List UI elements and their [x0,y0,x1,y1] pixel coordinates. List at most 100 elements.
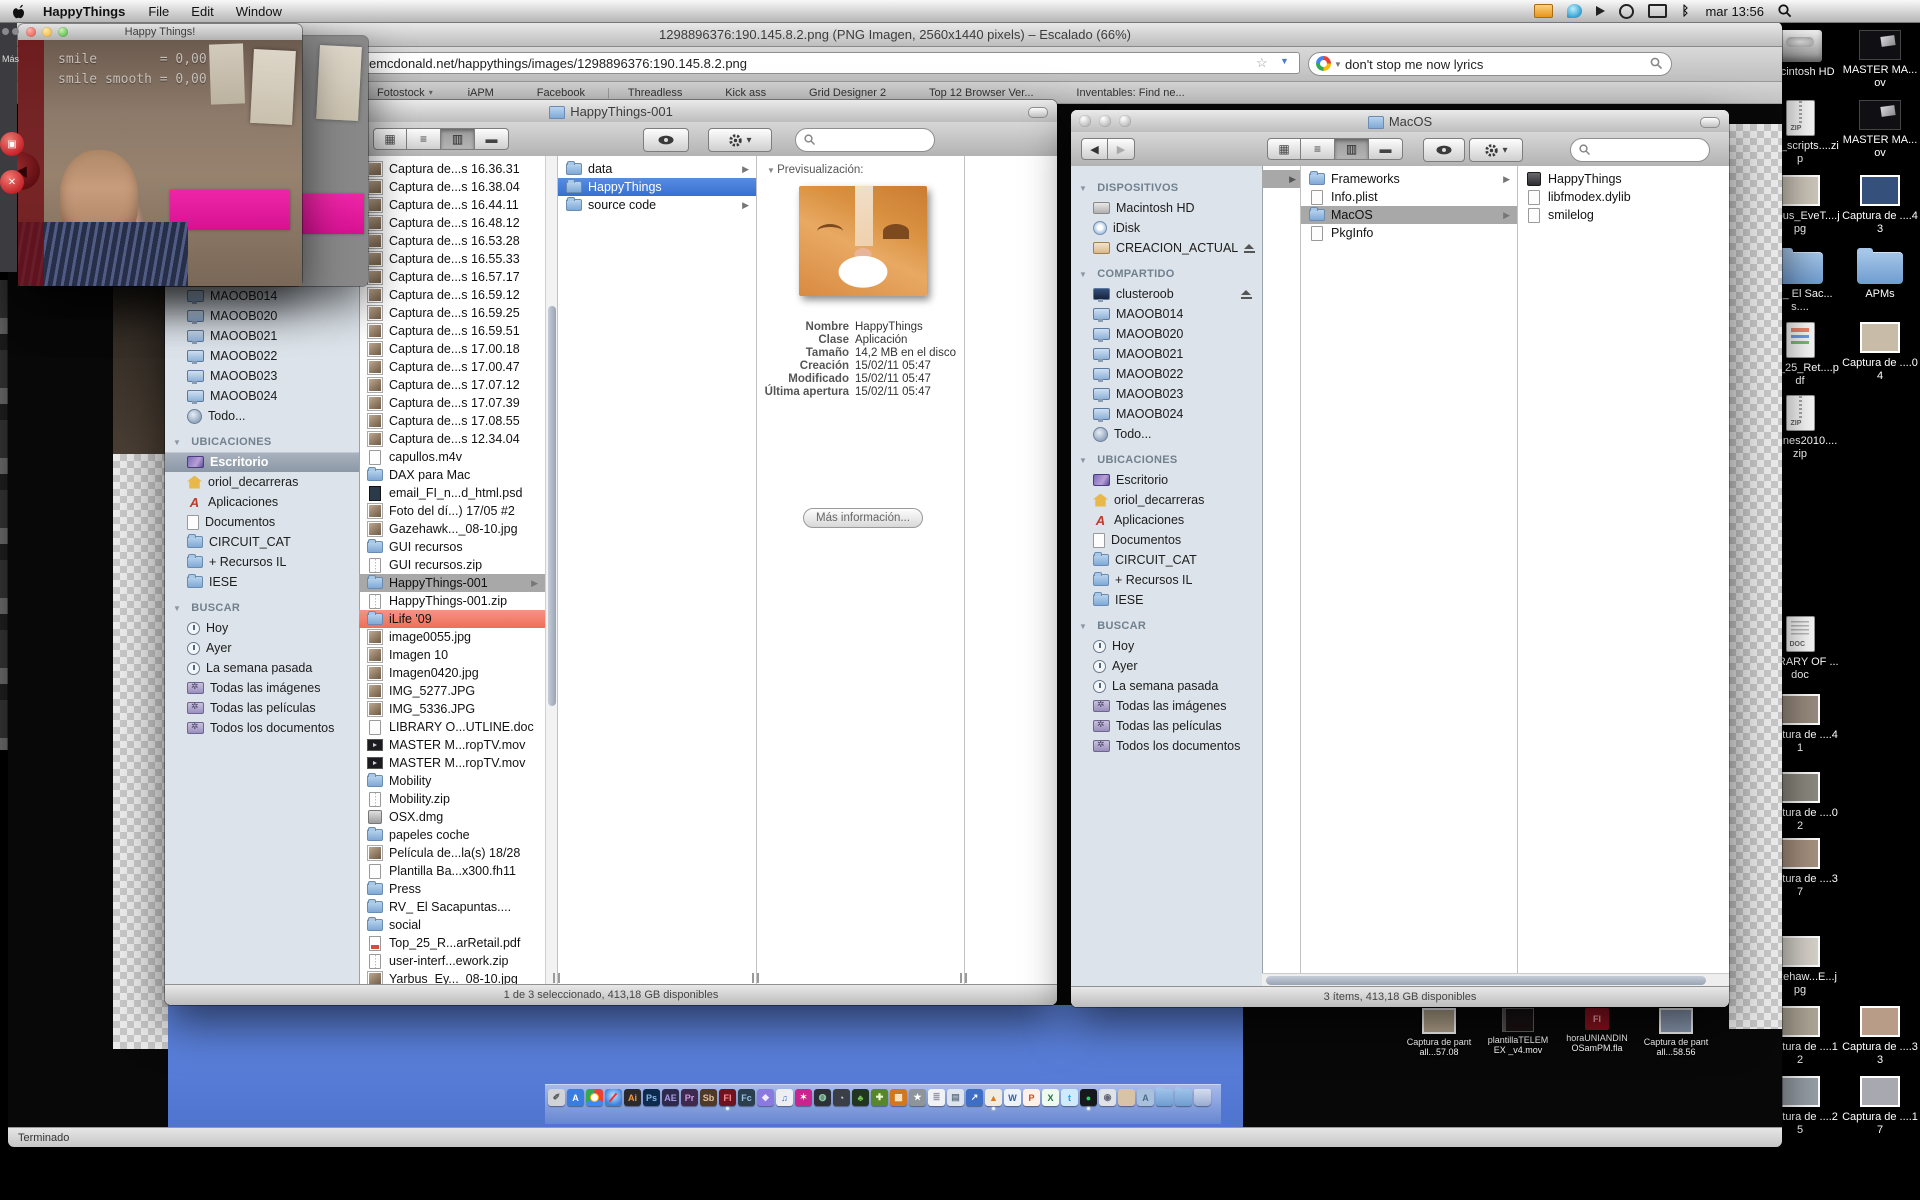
dock-icon[interactable]: t [1061,1089,1078,1106]
sidebar-item[interactable]: MAOOB021 [165,326,359,346]
file-row[interactable]: HappyThings-001.zip ▶ [359,592,545,610]
sidebar-item[interactable]: Todas las películas [1071,716,1262,736]
sidebar-item[interactable]: iDisk [1071,218,1262,238]
file-row[interactable]: Press ▶ [359,880,545,898]
apple-menu-icon[interactable] [12,4,25,19]
sidebar-item[interactable]: COMPARTIDO [1071,264,1262,284]
sidebar-item[interactable]: oriol_decarreras [165,472,359,492]
sidebar-item[interactable]: MAOOB021 [1071,344,1262,364]
column-view-button[interactable]: ▥ [1335,138,1369,160]
file-row[interactable]: Mobility.zip ▶ [359,790,545,808]
zoom-button[interactable] [1119,115,1131,127]
sidebar-item[interactable]: Escritorio [165,452,359,472]
finder-search-field[interactable] [795,128,935,152]
file-row[interactable]: Captura de...s 16.55.33 ▶ [359,250,545,268]
sidebar-item[interactable]: MAOOB020 [165,306,359,326]
sidebar-item[interactable]: UBICACIONES [1071,450,1262,470]
finder-right-titlebar[interactable]: MacOS [1071,110,1729,133]
dock-icon[interactable]: X [1042,1089,1059,1106]
action-menu-button[interactable]: ▾ [1469,138,1523,162]
sidebar-item[interactable]: CIRCUIT_CAT [165,532,359,552]
eject-icon[interactable] [1241,289,1252,299]
file-row[interactable]: social ▶ [359,916,545,934]
dock-icon[interactable]: A [1137,1089,1154,1106]
sidebar-item[interactable]: BUSCAR [165,598,359,618]
file-row[interactable]: Imagen0420.jpg ▶ [359,664,545,682]
palette-record-button[interactable]: ▣ [0,132,24,156]
sidebar-item[interactable]: Hoy [1071,636,1262,656]
quicklook-button[interactable] [1423,138,1465,162]
spotlight-icon[interactable] [1778,4,1792,18]
dock-icon[interactable]: ≣ [928,1089,945,1106]
dock-icon[interactable]: Fc [738,1089,755,1106]
list-view-button[interactable]: ≡ [407,128,441,150]
finder-search-field[interactable] [1570,138,1710,162]
dock-icon[interactable]: A [567,1089,584,1106]
sidebar-item[interactable]: Todas las películas [165,698,359,718]
file-row[interactable]: Captura de...s 17.00.18 ▶ [359,340,545,358]
sidebar-item[interactable]: MAOOB020 [1071,324,1262,344]
dock-icon[interactable]: ♫ [776,1089,793,1106]
bookmark-item[interactable]: Threadless ▾ | [619,87,716,99]
sidebar-item[interactable]: Todos los documentos [1071,736,1262,756]
bookmark-item[interactable]: Top 12 Browser Ver... ▾ | [920,87,1067,99]
sidebar-item[interactable]: Escritorio [1071,470,1262,490]
file-row[interactable]: GUI recursos.zip ▶ [359,556,545,574]
column-divider[interactable] [960,156,967,985]
coverflow-view-button[interactable]: ▬ [475,128,509,150]
file-row[interactable]: HappyThings-001 ▶ [359,574,545,592]
file-row[interactable]: Foto del dí...) 17/05 #2 ▶ [359,502,545,520]
dock-icon[interactable]: Pr [681,1089,698,1106]
sidebar-item[interactable]: MAOOB024 [1071,404,1262,424]
sidebar-item[interactable]: La semana pasada [165,658,359,678]
file-row[interactable]: DAX para Mac ▶ [359,466,545,484]
dock-icon[interactable] [1175,1087,1192,1106]
file-row[interactable]: Película de...la(s) 18/28 ▶ [359,844,545,862]
menu-status-icon[interactable] [1534,4,1554,18]
dock-icon[interactable]: ♣ [852,1089,869,1106]
sidebar-item[interactable]: clusteroob [1071,284,1262,304]
close-button[interactable] [1079,115,1091,127]
sidebar-item[interactable]: MAOOB022 [165,346,359,366]
sidebar-item[interactable]: Ayer [165,638,359,658]
bookmark-item[interactable]: Facebook ▾ | [528,87,619,99]
toolbar-toggle-button[interactable] [1028,107,1048,118]
file-row[interactable]: Captura de...s 17.07.12 ▶ [359,376,545,394]
file-row[interactable]: OSX.dmg ▶ [359,808,545,826]
sidebar-item[interactable]: DISPOSITIVOS [1071,178,1262,198]
close-button[interactable] [26,27,36,37]
file-row[interactable]: Captura de...s 17.08.55 ▶ [359,412,545,430]
dock-icon[interactable]: ▲ [985,1089,1002,1110]
menu-status-icon[interactable] [1596,6,1606,16]
palette-close-button[interactable]: ✕ [0,170,24,194]
menu-status-icon[interactable] [1648,4,1668,18]
sidebar-item[interactable]: IESE [1071,590,1262,610]
file-row[interactable]: Captura de...s 12.34.04 ▶ [359,430,545,448]
sidebar-item[interactable]: Todos los documentos [165,718,359,738]
file-row[interactable]: Captura de...s 16.57.17 ▶ [359,268,545,286]
dock-icon[interactable]: W [1004,1089,1021,1106]
file-row[interactable]: Captura de...s 16.44.11 ▶ [359,196,545,214]
sidebar-item[interactable]: MAOOB023 [1071,384,1262,404]
file-row[interactable]: Captura de...s 16.59.51 ▶ [359,322,545,340]
search-icon[interactable] [1650,57,1663,70]
dock-icon[interactable]: ◍ [814,1089,831,1106]
file-row[interactable]: source code ▶ [558,196,756,214]
sidebar-item[interactable]: UBICACIONES [165,432,359,452]
zoom-button[interactable] [58,27,68,37]
dock-icon[interactable] [586,1089,603,1106]
dock-icon[interactable]: ◆ [757,1089,774,1106]
dock-icon[interactable] [605,1089,622,1106]
file-row[interactable]: MacOS ▶ [1301,206,1517,224]
selected-parent-row[interactable]: ▶ [1262,170,1300,188]
file-row[interactable]: LIBRARY O...UTLINE.doc ▶ [359,718,545,736]
sidebar-item[interactable]: Ayer [1071,656,1262,676]
png-desktop-icon[interactable]: Fl horaUNIANDIN OSamPM.fla [1564,1008,1630,1057]
quicklook-button[interactable] [643,128,689,152]
file-row[interactable]: smilelog ▶ [1518,206,1728,224]
desktop-icon[interactable]: Captura de ....33 [1840,1006,1920,1066]
url-field[interactable] [360,52,1300,74]
desktop-icon[interactable]: Captura de ....04 [1840,322,1920,382]
sidebar-item[interactable]: MAOOB024 [165,386,359,406]
desktop-icon[interactable]: MASTER MA...ov [1840,100,1920,159]
